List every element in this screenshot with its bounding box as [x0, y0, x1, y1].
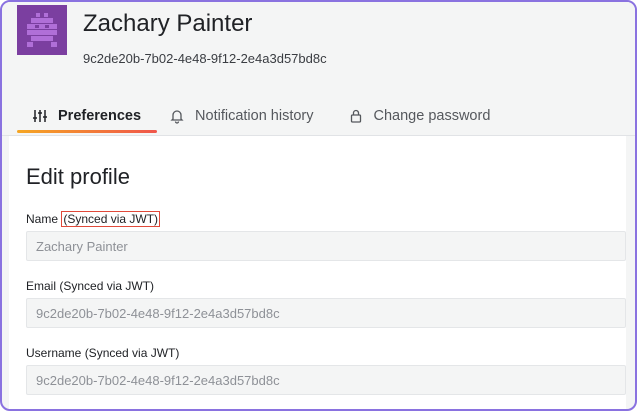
- email-label: Email (Synced via JWT): [26, 279, 155, 293]
- user-name: Zachary Painter: [83, 10, 253, 37]
- tab-preferences[interactable]: Preferences: [17, 99, 158, 133]
- bell-icon: [169, 108, 185, 124]
- lock-icon: [348, 108, 364, 124]
- avatar: [17, 5, 67, 55]
- active-tab-indicator: [17, 130, 158, 133]
- name-label-text: Name: [26, 212, 59, 226]
- tab-label: Preferences: [58, 108, 142, 124]
- synced-via-jwt-highlight: (Synced via JWT): [61, 211, 161, 227]
- profile-tabs: Preferences Notification history Change …: [17, 99, 506, 133]
- name-label: Name (Synced via JWT): [26, 211, 161, 227]
- email-field[interactable]: 9c2de20b-7b02-4e48-9f12-2e4a3d57bd8c: [26, 298, 626, 328]
- name-field[interactable]: Zachary Painter: [26, 231, 626, 261]
- tab-label: Notification history: [195, 108, 314, 124]
- username-label: Username (Synced via JWT): [26, 346, 180, 360]
- edit-profile-panel: Edit profile Name (Synced via JWT) Zacha…: [9, 136, 626, 409]
- sliders-icon: [32, 108, 48, 124]
- app-window: Zachary Painter 9c2de20b-7b02-4e48-9f12-…: [0, 0, 637, 411]
- username-field[interactable]: 9c2de20b-7b02-4e48-9f12-2e4a3d57bd8c: [26, 365, 626, 395]
- page-title: Edit profile: [26, 164, 130, 189]
- user-id: 9c2de20b-7b02-4e48-9f12-2e4a3d57bd8c: [83, 51, 327, 66]
- profile-header: Zachary Painter 9c2de20b-7b02-4e48-9f12-…: [2, 2, 635, 136]
- tab-notification-history[interactable]: Notification history: [157, 99, 333, 133]
- tab-change-password[interactable]: Change password: [334, 99, 507, 133]
- tab-label: Change password: [373, 108, 491, 124]
